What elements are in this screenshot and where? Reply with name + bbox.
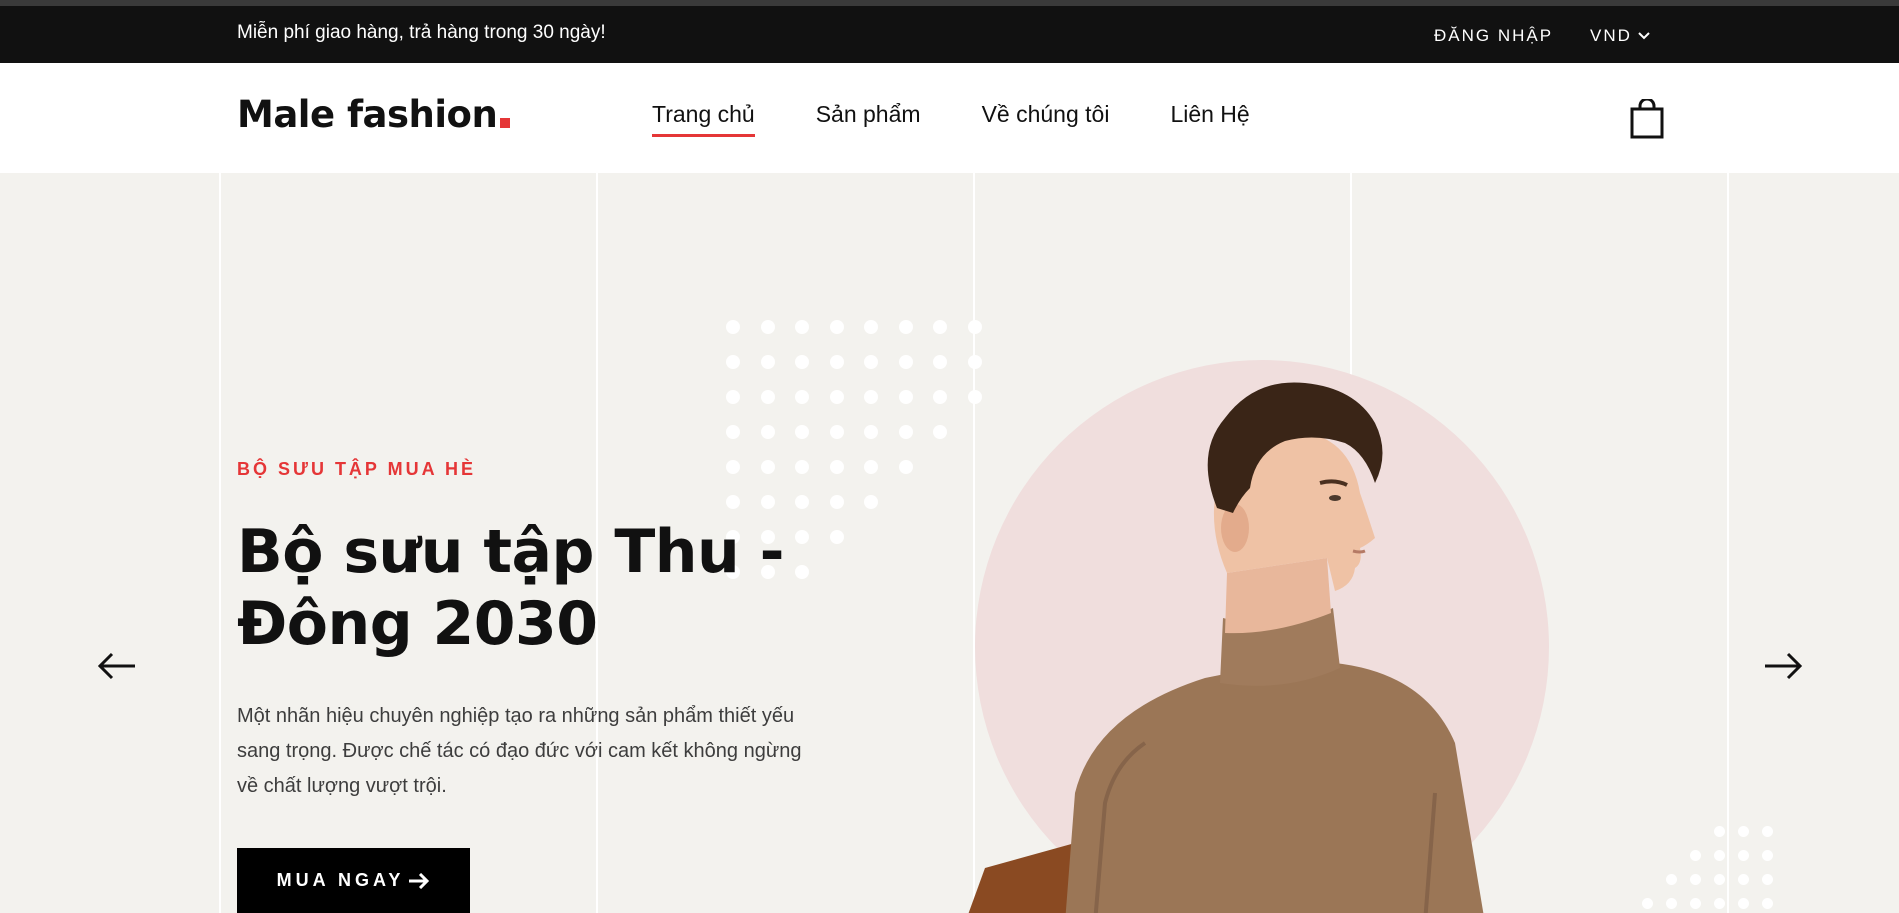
grid-line bbox=[219, 173, 221, 913]
decorative-dot bbox=[1714, 874, 1725, 885]
decorative-dot bbox=[933, 320, 947, 334]
nav-item-products[interactable]: Sản phẩm bbox=[816, 101, 921, 134]
decorative-dot bbox=[1666, 874, 1677, 885]
decorative-dot bbox=[898, 320, 913, 334]
decorative-dot bbox=[760, 495, 775, 509]
decorative-dot bbox=[795, 390, 809, 404]
hero-headline: Bộ sưu tập Thu - Đông 2030 bbox=[237, 516, 797, 660]
decorative-dot bbox=[795, 425, 809, 439]
decorative-dot bbox=[1714, 850, 1725, 861]
decorative-dot bbox=[1666, 898, 1677, 909]
decorative-dot bbox=[864, 390, 878, 404]
decorative-dot bbox=[1690, 898, 1701, 909]
decorative-dot bbox=[864, 425, 878, 439]
shopping-bag-icon[interactable] bbox=[1630, 99, 1664, 139]
headline-line-2: Đông 2030 bbox=[237, 589, 598, 659]
decorative-dot bbox=[795, 565, 809, 579]
decorative-dot bbox=[1642, 898, 1653, 909]
model-image bbox=[968, 382, 1484, 913]
decorative-dot bbox=[1762, 874, 1773, 885]
decorative-dot bbox=[1738, 826, 1749, 837]
shop-now-button[interactable]: MUA NGAY bbox=[237, 848, 470, 913]
hero-slider: BỘ SƯU TẬP MUA HÈ Bộ sưu tập Thu - Đông … bbox=[0, 173, 1899, 913]
decorative-dot bbox=[1762, 826, 1773, 837]
currency-select[interactable]: VND bbox=[1590, 26, 1650, 46]
decorative-dot bbox=[1738, 874, 1749, 885]
decorative-dot bbox=[829, 390, 844, 404]
logo-dot bbox=[500, 118, 511, 128]
decorative-dot bbox=[933, 425, 947, 439]
decorative-dot bbox=[1762, 850, 1773, 861]
decorative-dot bbox=[933, 355, 947, 369]
arrow-right-icon[interactable] bbox=[1763, 651, 1803, 681]
logo[interactable]: Male fashion bbox=[237, 93, 511, 136]
currency-label: VND bbox=[1590, 26, 1632, 45]
decorative-dot bbox=[760, 425, 775, 439]
login-link[interactable]: ĐĂNG NHẬP bbox=[1434, 26, 1553, 46]
decorative-dot bbox=[1690, 874, 1701, 885]
nav-item-contact[interactable]: Liên Hệ bbox=[1170, 101, 1249, 134]
decorative-dot bbox=[829, 425, 844, 439]
decorative-dot bbox=[864, 320, 878, 334]
decorative-dot bbox=[795, 460, 809, 474]
decorative-dot bbox=[760, 320, 775, 334]
decorative-dot bbox=[726, 320, 740, 334]
hero-description: Một nhãn hiệu chuyên nghiệp tạo ra những… bbox=[237, 705, 802, 797]
decorative-dot bbox=[795, 355, 809, 369]
decorative-dot bbox=[726, 425, 740, 439]
decorative-dot bbox=[1738, 898, 1749, 909]
decorative-dot bbox=[1714, 898, 1725, 909]
announcement-bar: Miễn phí giao hàng, trả hàng trong 30 ng… bbox=[0, 6, 1899, 63]
decorative-dot bbox=[726, 495, 740, 509]
decorative-dot bbox=[1762, 898, 1773, 909]
decorative-dot bbox=[726, 390, 740, 404]
decorative-dot bbox=[760, 355, 775, 369]
decorative-dot bbox=[795, 320, 809, 334]
site-header: Male fashion Trang chủ Sản phẩm Về chúng… bbox=[0, 63, 1899, 173]
hero-eyebrow: BỘ SƯU TẬP MUA HÈ bbox=[237, 459, 476, 479]
decorative-dot bbox=[864, 460, 878, 474]
decorative-dot bbox=[1690, 850, 1701, 861]
logo-text: Male fashion bbox=[237, 93, 498, 136]
decorative-dot bbox=[1714, 826, 1725, 837]
arrow-left-icon[interactable] bbox=[97, 651, 137, 681]
decorative-dot bbox=[864, 355, 878, 369]
chevron-down-icon bbox=[1638, 32, 1650, 40]
decorative-dot bbox=[760, 390, 775, 404]
decorative-dot bbox=[726, 460, 740, 474]
decorative-dot bbox=[898, 390, 913, 404]
decorative-dot bbox=[829, 460, 844, 474]
decorative-dot bbox=[829, 355, 844, 369]
headline-line-1: Bộ sưu tập Thu - bbox=[237, 517, 785, 587]
decorative-dot bbox=[829, 495, 844, 509]
decorative-dot bbox=[864, 495, 878, 509]
decorative-dot bbox=[933, 390, 947, 404]
decorative-dot bbox=[1738, 850, 1749, 861]
grid-line bbox=[1727, 173, 1729, 913]
decorative-dot bbox=[898, 460, 913, 474]
decorative-dot bbox=[898, 355, 913, 369]
decorative-dot bbox=[726, 355, 740, 369]
main-nav: Trang chủ Sản phẩm Về chúng tôi Liên Hệ bbox=[652, 101, 1250, 137]
arrow-right-icon bbox=[409, 872, 430, 889]
decorative-dot bbox=[829, 530, 844, 544]
nav-item-home[interactable]: Trang chủ bbox=[652, 101, 755, 137]
promo-text: Miễn phí giao hàng, trả hàng trong 30 ng… bbox=[237, 22, 606, 43]
decorative-dot bbox=[829, 320, 844, 334]
decorative-dot bbox=[760, 460, 775, 474]
nav-item-about[interactable]: Về chúng tôi bbox=[982, 101, 1110, 134]
decorative-dot bbox=[898, 425, 913, 439]
shop-now-label: MUA NGAY bbox=[276, 870, 405, 890]
decorative-dot bbox=[795, 495, 809, 509]
decorative-dot bbox=[795, 530, 809, 544]
